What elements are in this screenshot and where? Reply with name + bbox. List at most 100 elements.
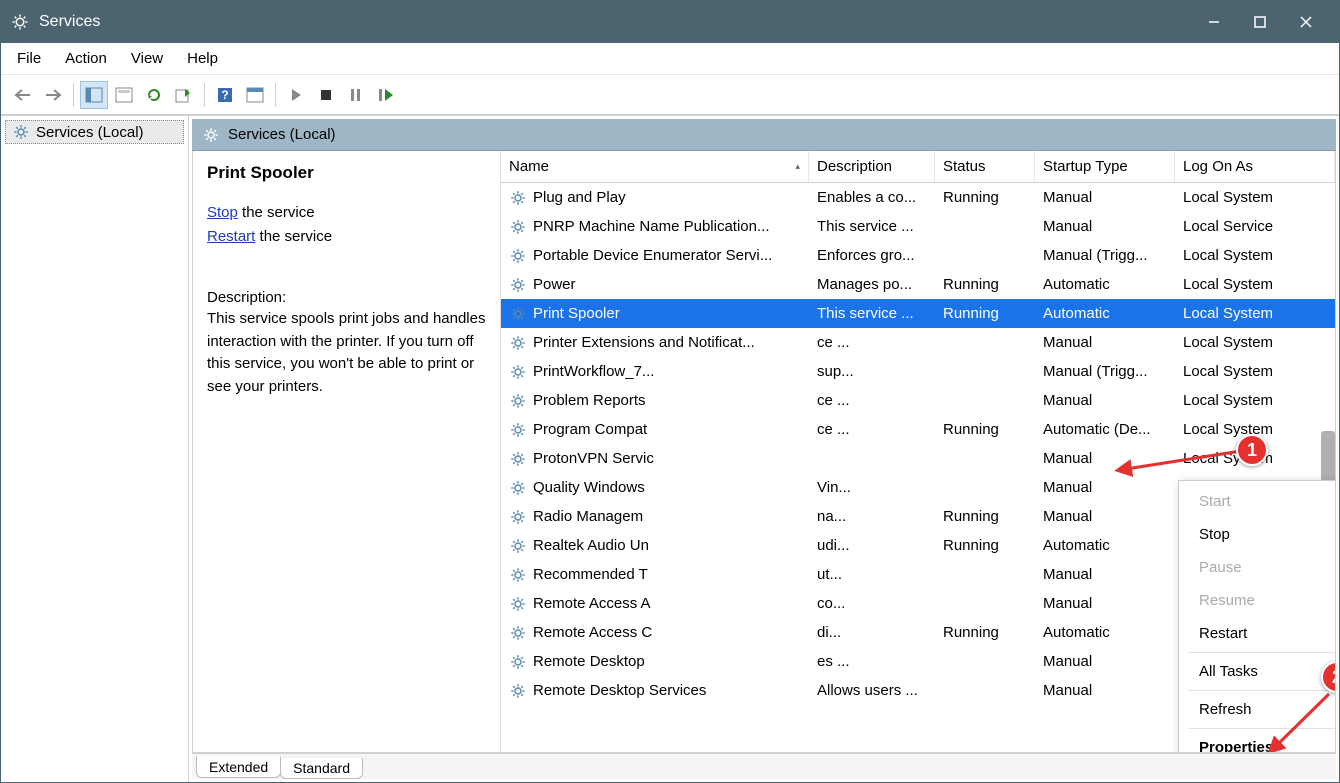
- nav-label: Services (Local): [36, 124, 144, 141]
- content-header: Services (Local): [192, 119, 1336, 151]
- service-startup: Manual (Trigg...: [1035, 247, 1175, 264]
- service-name: Portable Device Enumerator Servi...: [533, 247, 772, 264]
- service-desc: es ...: [809, 653, 935, 670]
- service-status: Running: [935, 189, 1035, 206]
- service-logon: Local System: [1175, 305, 1335, 322]
- ctx-restart[interactable]: Restart: [1179, 617, 1335, 650]
- service-logon: Local System: [1175, 334, 1335, 351]
- service-desc: Manages po...: [809, 276, 935, 293]
- service-row[interactable]: PowerManages po...RunningAutomaticLocal …: [501, 270, 1335, 299]
- minimize-button[interactable]: [1191, 1, 1237, 43]
- menu-view[interactable]: View: [121, 46, 173, 71]
- service-startup: Automatic: [1035, 624, 1175, 641]
- nav-services-local[interactable]: Services (Local): [5, 120, 184, 144]
- service-row[interactable]: PNRP Machine Name Publication...This ser…: [501, 212, 1335, 241]
- menu-file[interactable]: File: [7, 46, 51, 71]
- service-row[interactable]: Printer Extensions and Notificat...ce ..…: [501, 328, 1335, 357]
- service-startup: Manual: [1035, 392, 1175, 409]
- restart-service-button[interactable]: [372, 81, 400, 109]
- ctx-stop[interactable]: Stop: [1179, 518, 1335, 551]
- service-name: Plug and Play: [533, 189, 626, 206]
- service-name: Remote Desktop: [533, 653, 645, 670]
- service-row[interactable]: Problem Reportsce ...ManualLocal System: [501, 386, 1335, 415]
- service-desc: na...: [809, 508, 935, 525]
- svg-text:?: ?: [221, 88, 228, 102]
- ctx-pause: Pause: [1179, 551, 1335, 584]
- gear-icon: [509, 624, 527, 642]
- service-startup: Manual: [1035, 682, 1175, 699]
- service-desc: ut...: [809, 566, 935, 583]
- gear-icon: [509, 276, 527, 294]
- col-startup-type[interactable]: Startup Type: [1035, 151, 1175, 182]
- service-row[interactable]: ProtonVPN ServicManualLocal System: [501, 444, 1335, 473]
- service-desc: udi...: [809, 537, 935, 554]
- gear-icon: [509, 305, 527, 323]
- show-hide-tree-button[interactable]: [80, 81, 108, 109]
- refresh-button[interactable]: [140, 81, 168, 109]
- col-status[interactable]: Status: [935, 151, 1035, 182]
- start-service-button[interactable]: [282, 81, 310, 109]
- ctx-properties[interactable]: Properties: [1179, 731, 1335, 752]
- sort-indicator-icon: ▴: [795, 161, 800, 172]
- service-startup: Manual: [1035, 508, 1175, 525]
- service-row[interactable]: Print SpoolerThis service ...RunningAuto…: [501, 299, 1335, 328]
- stop-suffix: the service: [238, 204, 315, 221]
- service-desc: Allows users ...: [809, 682, 935, 699]
- service-status: Running: [935, 624, 1035, 641]
- nav-tree: Services (Local): [1, 116, 189, 782]
- gear-icon: [509, 421, 527, 439]
- view-button[interactable]: [241, 81, 269, 109]
- close-button[interactable]: [1283, 1, 1329, 43]
- service-row[interactable]: Program Compatce ...RunningAutomatic (De…: [501, 415, 1335, 444]
- toolbar: ?: [1, 75, 1339, 115]
- service-name: Realtek Audio Un: [533, 537, 649, 554]
- gear-icon: [509, 653, 527, 671]
- service-startup: Manual (Trigg...: [1035, 363, 1175, 380]
- service-row[interactable]: Plug and PlayEnables a co...RunningManua…: [501, 183, 1335, 212]
- service-logon: Local Service: [1175, 218, 1335, 235]
- service-name: Power: [533, 276, 576, 293]
- service-row[interactable]: Portable Device Enumerator Servi...Enfor…: [501, 241, 1335, 270]
- help-button[interactable]: ?: [211, 81, 239, 109]
- window: Services File Action View Help ?: [0, 0, 1340, 783]
- service-row[interactable]: PrintWorkflow_7...sup...Manual (Trigg...…: [501, 357, 1335, 386]
- stop-link[interactable]: Stop: [207, 204, 238, 221]
- service-desc: ce ...: [809, 392, 935, 409]
- description-text: This service spools print jobs and handl…: [207, 308, 486, 398]
- stop-service-button[interactable]: [312, 81, 340, 109]
- gear-icon: [509, 363, 527, 381]
- maximize-button[interactable]: [1237, 1, 1283, 43]
- ctx-refresh[interactable]: Refresh: [1179, 693, 1335, 726]
- forward-button[interactable]: [39, 81, 67, 109]
- service-startup: Manual: [1035, 189, 1175, 206]
- service-name: Print Spooler: [533, 305, 620, 322]
- service-logon: Local System: [1175, 189, 1335, 206]
- ctx-start: Start: [1179, 485, 1335, 518]
- properties-button[interactable]: [110, 81, 138, 109]
- pause-service-button[interactable]: [342, 81, 370, 109]
- menu-help[interactable]: Help: [177, 46, 228, 71]
- col-logon-as[interactable]: Log On As: [1175, 151, 1335, 182]
- back-button[interactable]: [9, 81, 37, 109]
- service-startup: Manual: [1035, 334, 1175, 351]
- col-description[interactable]: Description: [809, 151, 935, 182]
- restart-link[interactable]: Restart: [207, 228, 255, 245]
- service-status: Running: [935, 305, 1035, 322]
- ctx-all-tasks[interactable]: All Tasks▶: [1179, 655, 1335, 688]
- service-startup: Automatic: [1035, 276, 1175, 293]
- export-button[interactable]: [170, 81, 198, 109]
- column-headers: Name▴ Description Status Startup Type Lo…: [501, 151, 1335, 183]
- gear-icon: [509, 218, 527, 236]
- tab-extended[interactable]: Extended: [196, 756, 281, 778]
- service-desc: co...: [809, 595, 935, 612]
- service-status: Running: [935, 508, 1035, 525]
- gear-icon: [509, 189, 527, 207]
- panes: Print Spooler Stop the service Restart t…: [192, 151, 1336, 753]
- col-name[interactable]: Name▴: [501, 151, 809, 182]
- gear-icon: [509, 537, 527, 555]
- service-startup: Manual: [1035, 450, 1175, 467]
- body: Services (Local) Services (Local) Print …: [1, 115, 1339, 782]
- menu-action[interactable]: Action: [55, 46, 117, 71]
- menubar: File Action View Help: [1, 43, 1339, 75]
- tab-standard[interactable]: Standard: [280, 758, 363, 779]
